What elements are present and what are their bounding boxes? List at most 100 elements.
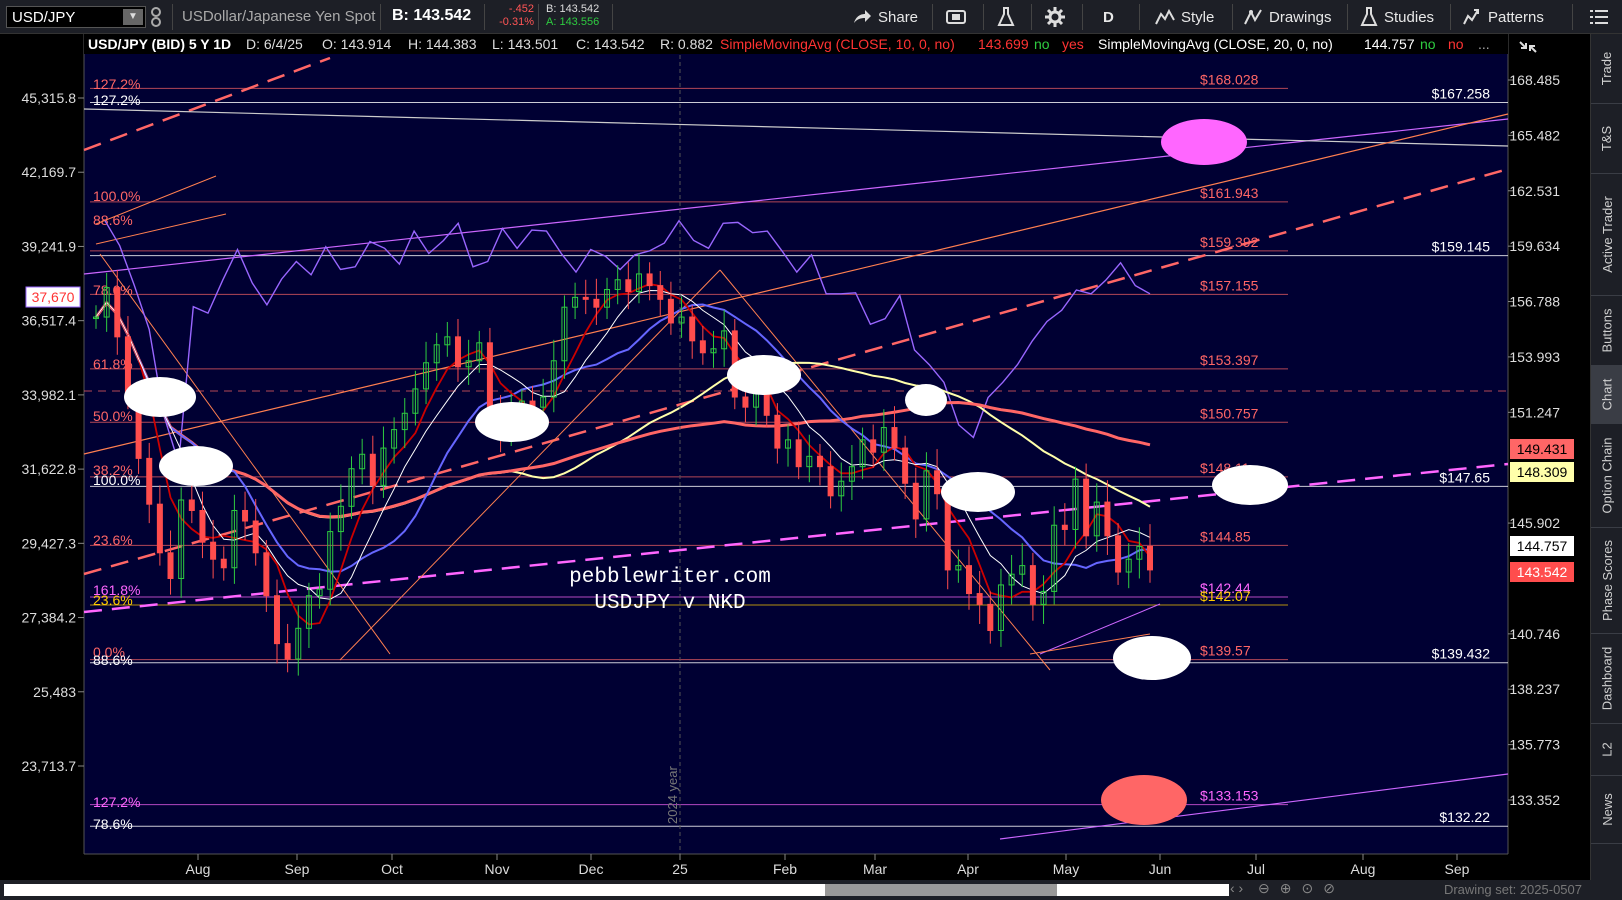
- candle-body: [1061, 524, 1068, 530]
- left-tick-label: 27,384.2: [22, 610, 77, 626]
- x-tick-label: May: [1053, 861, 1079, 877]
- price-chart[interactable]: $168.028$167.258$161.943$159.392 $159.145…: [0, 34, 1590, 880]
- fib-pct-label: 50.0%: [93, 408, 133, 424]
- screenshot-button[interactable]: [946, 0, 966, 34]
- candle-body: [699, 340, 706, 354]
- fib-pct-label: 23.6%: [93, 532, 133, 548]
- candle-body: [966, 565, 973, 595]
- fib-pct-label: 78.6%: [93, 816, 133, 832]
- scrollbar-thumb[interactable]: [825, 884, 1057, 896]
- fib-price-label: $157.155: [1200, 277, 1259, 293]
- tab-label: Active Trader: [1599, 196, 1615, 273]
- tab-chart[interactable]: Chart: [1591, 366, 1622, 424]
- candle-body: [742, 396, 749, 408]
- settings-button[interactable]: [1045, 0, 1065, 34]
- fib-price-label: $147.65: [1439, 469, 1490, 485]
- chevron-down-icon[interactable]: ▼: [123, 9, 143, 25]
- x-tick-label: 25: [672, 861, 688, 877]
- candle-body: [1104, 501, 1111, 537]
- fib-price-label: $161.943: [1200, 185, 1259, 201]
- toolbar-divider: [1082, 4, 1083, 30]
- target-ellipse: [941, 472, 1015, 512]
- tab-buttons[interactable]: Buttons: [1591, 296, 1622, 366]
- flask-button[interactable]: [997, 0, 1015, 34]
- candle-body: [976, 593, 983, 605]
- fib-pct-label: 88.6%: [93, 212, 133, 228]
- tab-label: Chart: [1599, 378, 1615, 411]
- fib-price-label: $167.258: [1432, 86, 1491, 102]
- menu-icon: [1590, 10, 1608, 24]
- fib-pct-label: 88.6%: [93, 652, 133, 668]
- candle-body: [284, 643, 291, 660]
- sma20-flag-no: no: [1420, 36, 1436, 52]
- sma20-study[interactable]: SimpleMovingAvg (CLOSE, 20, 0, no): [1098, 36, 1333, 52]
- studies-label: Studies: [1384, 8, 1435, 26]
- right-tick-label: 138.237: [1509, 681, 1560, 697]
- fib-price-label: $159.145: [1432, 239, 1491, 255]
- watermark-pair: USDJPY v NKD: [594, 592, 745, 615]
- share-button[interactable]: Share: [852, 0, 918, 34]
- chart-area[interactable]: $168.028 $167.258 $161.943 $159.392 $159.145…: [0, 34, 1590, 880]
- candle-body: [369, 453, 376, 486]
- tab-t-s[interactable]: T&S: [1591, 104, 1622, 174]
- symbol-input[interactable]: USD/JPY ▼: [6, 6, 146, 28]
- sma10-flag-no: no: [1034, 36, 1050, 52]
- tab-active-trader[interactable]: Active Trader: [1591, 174, 1622, 296]
- menu-button[interactable]: [1590, 0, 1608, 34]
- fib-price-label: $133.153: [1200, 788, 1259, 804]
- candle-body: [944, 493, 951, 571]
- target-ellipse: [1101, 775, 1187, 825]
- candle-body: [774, 414, 781, 449]
- share-icon: [854, 10, 871, 23]
- link-icon[interactable]: [150, 7, 162, 32]
- candle-body: [912, 482, 919, 520]
- candle-body: [891, 427, 898, 449]
- toolbar-divider: [1347, 4, 1348, 30]
- tab-news[interactable]: News: [1591, 776, 1622, 844]
- tab-phase-scores[interactable]: Phase Scores: [1591, 528, 1622, 634]
- left-tick-label: 33,982.1: [22, 387, 77, 403]
- drawings-icon: [1244, 9, 1262, 25]
- tab-l2[interactable]: L2: [1591, 724, 1622, 776]
- toolbar-divider: [1139, 4, 1140, 30]
- price-badge-value: 144.757: [1517, 538, 1568, 554]
- header-more[interactable]: ...: [1478, 36, 1490, 52]
- candle-body: [593, 298, 600, 308]
- style-button[interactable]: Style: [1155, 0, 1214, 34]
- scroll-arrows-icon[interactable]: ‹ ›: [1230, 880, 1243, 896]
- header-date: D: 6/4/25: [246, 36, 303, 52]
- tab-option-chain[interactable]: Option Chain: [1591, 424, 1622, 528]
- bid-small: B: 143.542: [546, 3, 600, 15]
- target-ellipse: [1212, 465, 1288, 505]
- tab-trade[interactable]: Trade: [1591, 34, 1622, 104]
- studies-icon: [1360, 7, 1378, 26]
- fib-price-label: $150.757: [1200, 405, 1259, 421]
- studies-button[interactable]: Studies: [1360, 0, 1434, 34]
- tab-dashboard[interactable]: Dashboard: [1591, 634, 1622, 724]
- sma10-value: 143.699: [978, 36, 1029, 52]
- x-tick-label: Aug: [186, 861, 211, 877]
- candle-body: [1029, 565, 1036, 605]
- toolbar-divider: [1450, 4, 1451, 30]
- sma20-flag-no-2: no: [1448, 36, 1464, 52]
- candle-body: [646, 273, 653, 287]
- left-tick-label: 45,315.8: [22, 90, 77, 106]
- tab-label: L2: [1599, 742, 1615, 757]
- patterns-button[interactable]: Patterns: [1462, 0, 1544, 34]
- candle-body: [252, 520, 259, 554]
- fib-price-label: $139.432: [1432, 646, 1491, 662]
- fib-price-label: $153.397: [1200, 352, 1259, 368]
- fib-price-label: $142.07: [1200, 588, 1251, 604]
- target-ellipse: [905, 384, 947, 416]
- drawings-button[interactable]: Drawings: [1243, 0, 1332, 34]
- zoom-controls-icon[interactable]: ⊖⊕⊙⊘: [1258, 880, 1345, 897]
- sma10-study[interactable]: SimpleMovingAvg (CLOSE, 10, 0, no): [720, 36, 955, 52]
- candle-body: [657, 285, 664, 300]
- right-tick-label: 165.482: [1509, 127, 1560, 143]
- x-tick-label: Oct: [381, 861, 403, 877]
- style-label: Style: [1181, 8, 1215, 26]
- period-selector[interactable]: D: [1103, 0, 1114, 34]
- right-tick-label: 153.993: [1509, 349, 1560, 365]
- right-tick-label: 140.746: [1509, 626, 1560, 642]
- x-tick-label: Apr: [957, 861, 979, 877]
